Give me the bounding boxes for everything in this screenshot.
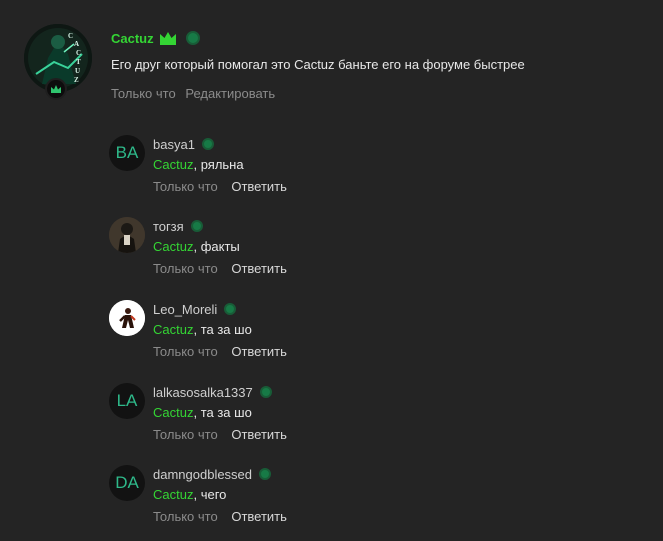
avatar[interactable] bbox=[109, 300, 145, 336]
mention-link[interactable]: Cactuz bbox=[153, 405, 193, 420]
rank-badge-icon bbox=[45, 78, 67, 100]
reply-button[interactable]: Ответить bbox=[231, 179, 287, 194]
crown-icon bbox=[159, 31, 177, 45]
svg-text:C: C bbox=[68, 32, 73, 40]
reply-item: тогзя Cactuz, факты Только что Ответить bbox=[109, 217, 629, 281]
author-name[interactable]: Leo_Moreli bbox=[153, 302, 217, 317]
online-status-icon bbox=[224, 303, 237, 315]
reply-actions: Только что Ответить bbox=[153, 344, 287, 359]
online-status-icon bbox=[201, 138, 214, 150]
avatar[interactable] bbox=[109, 217, 145, 253]
avatar[interactable]: DA bbox=[109, 465, 145, 501]
online-status-icon bbox=[259, 468, 272, 480]
author-name[interactable]: basya1 bbox=[153, 137, 195, 152]
avatar[interactable]: BA bbox=[109, 135, 145, 171]
svg-text:T: T bbox=[76, 58, 81, 66]
mention-link[interactable]: Cactuz bbox=[153, 157, 193, 172]
reply-message: , та за шо bbox=[193, 405, 252, 420]
reply-button[interactable]: Ответить bbox=[231, 344, 287, 359]
reply-button[interactable]: Ответить bbox=[231, 427, 287, 442]
author-name[interactable]: тогзя bbox=[153, 219, 184, 234]
svg-text:Z: Z bbox=[74, 76, 79, 84]
reply-message: , ряльна bbox=[193, 157, 244, 172]
user-photo-icon bbox=[109, 217, 145, 253]
reply-time: Только что bbox=[153, 427, 218, 442]
mention-link[interactable]: Cactuz bbox=[153, 322, 193, 337]
reply-actions: Только что Ответить bbox=[153, 509, 287, 524]
reply-author-row: basya1 bbox=[153, 135, 214, 153]
reply-actions: Только что Ответить bbox=[153, 261, 287, 276]
edit-button[interactable]: Редактировать bbox=[185, 86, 275, 101]
reply-author-row: lalkasosalka1337 bbox=[153, 383, 272, 401]
reply-time: Только что bbox=[153, 179, 218, 194]
reply-author-row: тогзя bbox=[153, 217, 203, 235]
online-status-icon bbox=[259, 386, 272, 398]
comment-text: Его друг который помогал это Cactuz бань… bbox=[111, 57, 525, 72]
reply-time: Только что bbox=[153, 344, 218, 359]
reply-button[interactable]: Ответить bbox=[231, 509, 287, 524]
online-status-icon bbox=[185, 31, 200, 45]
comment-thread: C A C T U Z Cactuz Его друг который помо… bbox=[0, 0, 663, 541]
user-photo-icon bbox=[109, 300, 145, 336]
author-name[interactable]: damngodblessed bbox=[153, 467, 252, 482]
reply-item: LA lalkasosalka1337 Cactuz, та за шо Тол… bbox=[109, 383, 629, 447]
avatar[interactable]: LA bbox=[109, 383, 145, 419]
author-name[interactable]: Cactuz bbox=[111, 31, 154, 46]
reply-text: Cactuz, та за шо bbox=[153, 322, 252, 337]
main-author-row: Cactuz bbox=[111, 28, 200, 48]
reply-actions: Только что Ответить bbox=[153, 427, 287, 442]
reply-item: Leo_Moreli Cactuz, та за шо Только что О… bbox=[109, 300, 629, 364]
reply-text: Cactuz, факты bbox=[153, 239, 240, 254]
reply-message: , та за шо bbox=[193, 322, 252, 337]
reply-text: Cactuz, ряльна bbox=[153, 157, 244, 172]
reply-message: , факты bbox=[193, 239, 240, 254]
reply-text: Cactuz, чего bbox=[153, 487, 226, 502]
reply-actions: Только что Ответить bbox=[153, 179, 287, 194]
comment-time: Только что bbox=[111, 86, 176, 101]
reply-item: BA basya1 Cactuz, ряльна Только что Отве… bbox=[109, 135, 629, 199]
reply-message: , чего bbox=[193, 487, 227, 502]
comment-actions: Только что Редактировать bbox=[111, 86, 281, 101]
reply-time: Только что bbox=[153, 509, 218, 524]
reply-item: DA damngodblessed Cactuz, чего Только чт… bbox=[109, 465, 629, 529]
online-status-icon bbox=[190, 220, 203, 232]
crown-icon bbox=[51, 85, 61, 93]
reply-author-row: damngodblessed bbox=[153, 465, 272, 483]
reply-author-row: Leo_Moreli bbox=[153, 300, 237, 318]
mention-link[interactable]: Cactuz bbox=[153, 239, 193, 254]
mention-link[interactable]: Cactuz bbox=[153, 487, 193, 502]
reply-time: Только что bbox=[153, 261, 218, 276]
svg-text:U: U bbox=[75, 67, 80, 75]
reply-text: Cactuz, та за шо bbox=[153, 405, 252, 420]
reply-button[interactable]: Ответить bbox=[231, 261, 287, 276]
svg-text:C: C bbox=[76, 49, 81, 57]
author-name[interactable]: lalkasosalka1337 bbox=[153, 385, 253, 400]
svg-text:A: A bbox=[74, 40, 79, 48]
